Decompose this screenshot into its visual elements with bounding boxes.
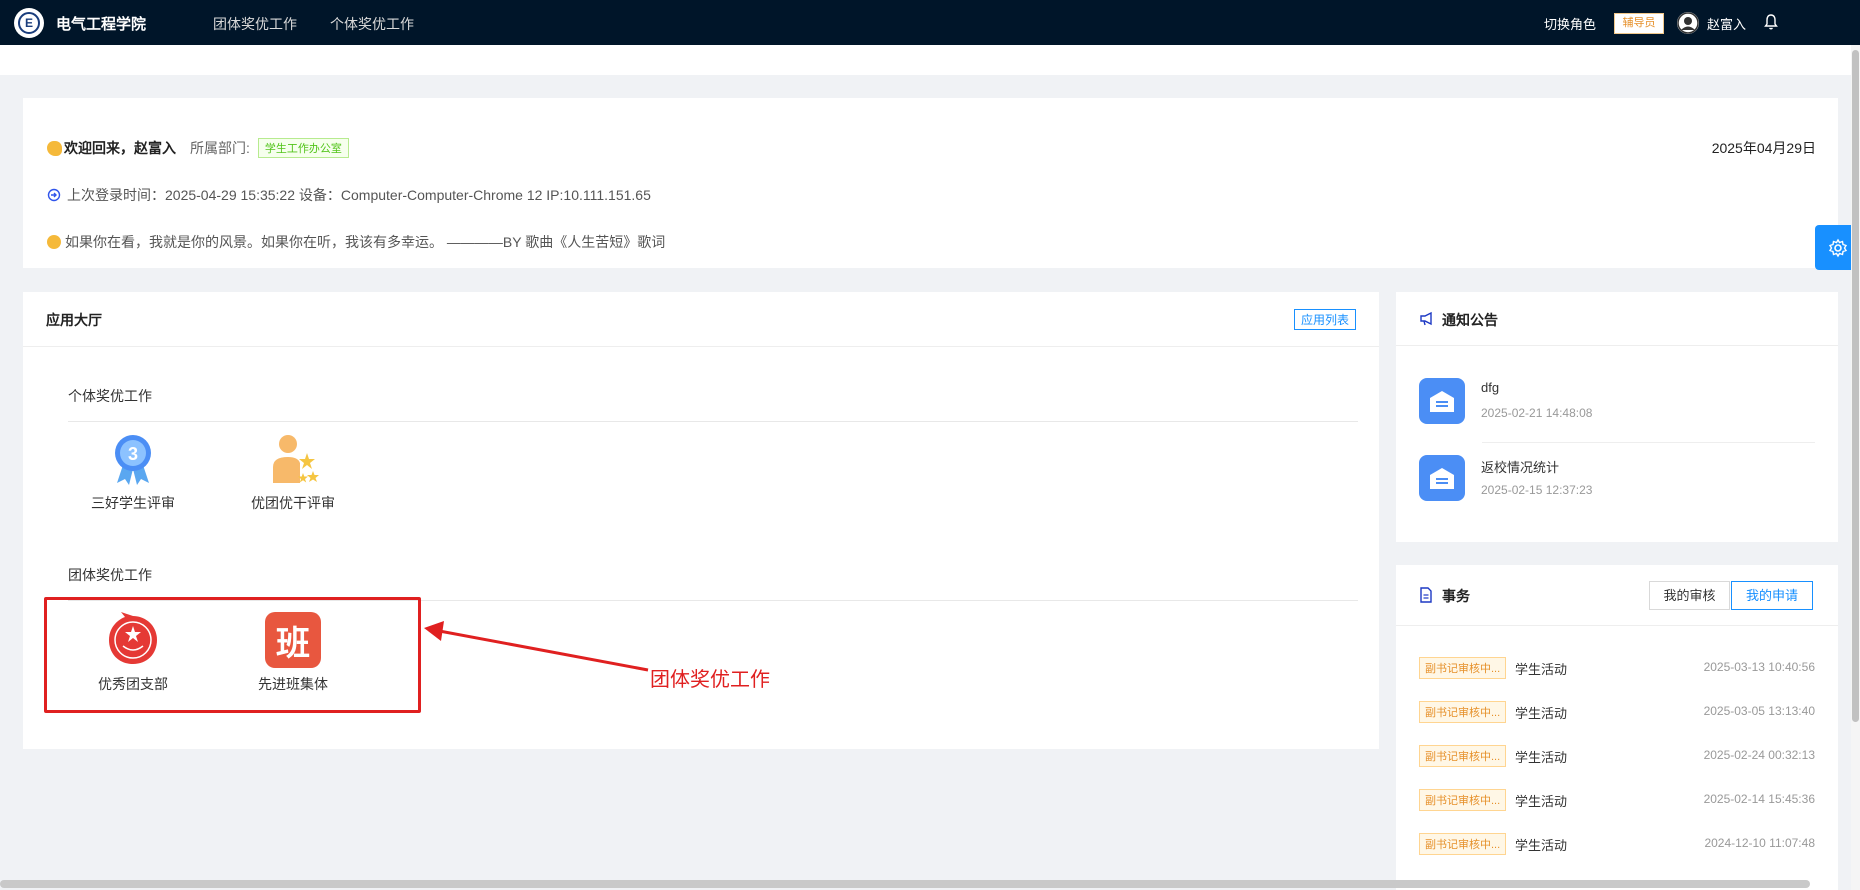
current-date: 2025年04月29日 xyxy=(1711,140,1816,156)
section-title-group: 团体奖优工作 xyxy=(68,567,152,583)
gear-icon xyxy=(1828,238,1847,257)
smile-icon xyxy=(47,235,61,249)
bell-icon[interactable] xyxy=(1763,13,1779,31)
bulletin-icon xyxy=(1419,378,1465,424)
username[interactable]: 赵富入 xyxy=(1707,14,1746,33)
status-badge: 副书记审核中... xyxy=(1419,745,1507,767)
affair-name[interactable]: 学生活动 xyxy=(1515,659,1567,678)
notice-item[interactable]: 返校情况统计 2025-02-15 12:37:23 xyxy=(1419,455,1815,531)
status-badge: 副书记审核中... xyxy=(1419,657,1507,679)
app-label: 三好学生评审 xyxy=(91,495,175,511)
status-badge: 副书记审核中... xyxy=(1419,701,1507,723)
top-navbar: E 电气工程学院 团体奖优工作 个体奖优工作 切换角色 辅导员 赵富入 xyxy=(0,0,1860,45)
megaphone-icon xyxy=(1420,311,1432,326)
affair-row[interactable]: 副书记审核中... 学生活动 2025-03-05 13:13:40 xyxy=(1419,701,1815,723)
notice-item-title[interactable]: dfg xyxy=(1481,380,1499,395)
status-badge: 副书记审核中... xyxy=(1419,833,1507,855)
affairs-card: 事务 我的审核 我的申请 副书记审核中... 学生活动 2025-03-13 1… xyxy=(1396,565,1838,890)
section-divider xyxy=(68,421,1358,422)
affair-row[interactable]: 副书记审核中... 学生活动 2025-03-13 10:40:56 xyxy=(1419,657,1815,679)
affair-name[interactable]: 学生活动 xyxy=(1515,791,1567,810)
tab-my-review[interactable]: 我的审核 xyxy=(1649,581,1730,610)
annotation-label: 团体奖优工作 xyxy=(650,669,770,691)
user-avatar[interactable] xyxy=(1677,12,1699,34)
section-title-individual: 个体奖优工作 xyxy=(68,388,152,404)
login-icon xyxy=(47,188,61,202)
affair-time: 2025-02-14 15:45:36 xyxy=(1703,792,1815,806)
brand-title[interactable]: 电气工程学院 xyxy=(56,13,146,34)
app-list-button[interactable]: 应用列表 xyxy=(1293,309,1356,330)
horizontal-scrollbar[interactable] xyxy=(0,880,1810,888)
last-login-info: 上次登录时间：2025-04-29 15:35:22 设备：Computer-C… xyxy=(67,187,651,203)
nav-individual-award[interactable]: 个体奖优工作 xyxy=(330,14,414,34)
notice-divider xyxy=(1482,442,1815,443)
affair-time: 2025-02-24 00:32:13 xyxy=(1703,748,1815,762)
affair-row[interactable]: 副书记审核中... 学生活动 2025-02-24 00:32:13 xyxy=(1419,745,1815,767)
app-excellent-league[interactable]: 优团优干评审 xyxy=(233,431,353,513)
welcome-card: 欢迎回来，赵富入 所属部门: 学生工作办公室 2025年04月29日 上次登录时… xyxy=(23,98,1838,268)
notice-title: 通知公告 xyxy=(1442,312,1498,328)
affair-name[interactable]: 学生活动 xyxy=(1515,703,1567,722)
tab-my-application[interactable]: 我的申请 xyxy=(1731,581,1813,610)
tabs-strip xyxy=(0,45,1860,75)
affair-name[interactable]: 学生活动 xyxy=(1515,835,1567,854)
affair-row[interactable]: 副书记审核中... 学生活动 2024-12-10 11:07:48 xyxy=(1419,833,1815,855)
bulletin-icon xyxy=(1419,455,1465,501)
document-icon xyxy=(1420,587,1432,603)
nav-group-award[interactable]: 团体奖优工作 xyxy=(213,14,297,34)
svg-text:3: 3 xyxy=(128,444,138,464)
medal-3-icon: 3 xyxy=(105,431,161,487)
affair-time: 2024-12-10 11:07:48 xyxy=(1704,836,1815,850)
welcome-greeting: 欢迎回来，赵富入 xyxy=(64,140,176,156)
dept-tag: 学生工作办公室 xyxy=(257,138,349,158)
dept-label: 所属部门: xyxy=(190,140,250,156)
affair-time: 2025-03-05 13:13:40 xyxy=(1703,704,1815,718)
notice-item-title[interactable]: 返校情况统计 xyxy=(1481,457,1559,476)
annotation-highlight-box xyxy=(44,597,421,713)
app-hall-title: 应用大厅 xyxy=(46,312,102,328)
vertical-scrollbar[interactable] xyxy=(1852,50,1859,722)
clap-icon xyxy=(47,140,62,156)
college-logo[interactable]: E xyxy=(14,8,44,38)
app-label: 优团优干评审 xyxy=(251,495,335,511)
app-merit-student[interactable]: 3 三好学生评审 xyxy=(73,431,193,513)
notice-item-time: 2025-02-15 12:37:23 xyxy=(1481,483,1593,497)
person-stars-icon xyxy=(265,431,321,487)
notice-card: 通知公告 dfg 2025-02-21 14:48:08 返校情况统计 2025… xyxy=(1396,292,1838,542)
role-badge: 辅导员 xyxy=(1614,13,1664,34)
status-badge: 副书记审核中... xyxy=(1419,789,1507,811)
affair-name[interactable]: 学生活动 xyxy=(1515,747,1567,766)
affair-row[interactable]: 副书记审核中... 学生活动 2025-02-14 15:45:36 xyxy=(1419,789,1815,811)
switch-role-button[interactable]: 切换角色 xyxy=(1544,14,1596,33)
annotation-arrow xyxy=(424,621,649,672)
daily-quote: 如果你在看，我就是你的风景。如果你在听，我该有多幸运。 ————BY 歌曲《人生… xyxy=(65,234,666,250)
affair-time: 2025-03-13 10:40:56 xyxy=(1703,660,1815,674)
affairs-title: 事务 xyxy=(1442,588,1470,604)
notice-item-time: 2025-02-21 14:48:08 xyxy=(1481,406,1593,420)
